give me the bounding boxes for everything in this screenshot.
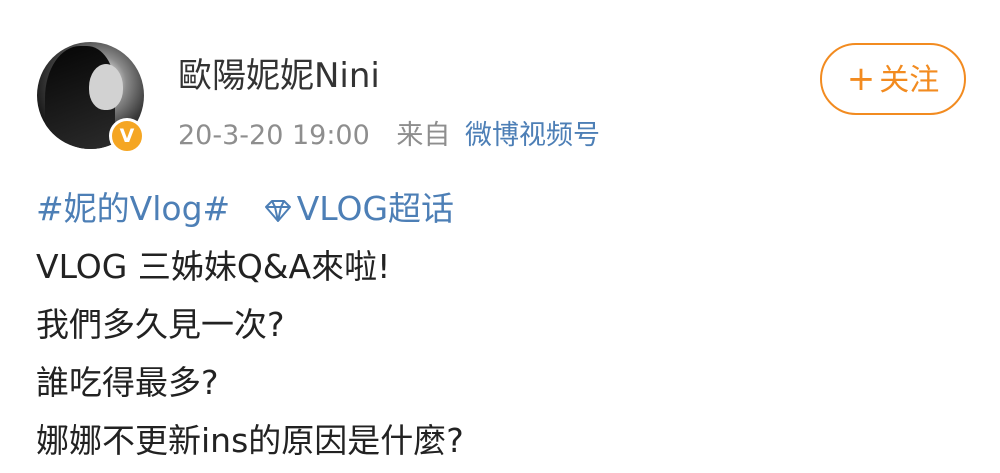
topic-line: #妮的Vlog# VLOG超话 (36, 180, 464, 238)
post-line-2: 我們多久見一次? (36, 305, 285, 344)
post-line-1: VLOG 三姊妹Q&A來啦! (36, 247, 391, 286)
verified-v-icon: V (109, 118, 145, 154)
post-line-3: 誰吃得最多? (36, 363, 219, 402)
hashtag-link[interactable]: #妮的Vlog# (36, 189, 230, 228)
username[interactable]: 歐陽妮妮Nini (178, 48, 380, 97)
follow-label: 关注 (879, 63, 940, 98)
plus-icon: + (846, 59, 876, 99)
source-link[interactable]: 微博视频号 (465, 120, 600, 151)
follow-button[interactable]: + 关注 (820, 43, 966, 115)
post-line-4: 娜娜不更新ins的原因是什麼? (36, 421, 464, 460)
post-content: #妮的Vlog# VLOG超话 VLOG 三姊妹Q&A來啦! 我們多久見一次? … (36, 180, 464, 470)
supertopic-link[interactable]: VLOG超话 (263, 189, 454, 228)
avatar-face (89, 64, 123, 110)
diamond-icon (264, 199, 291, 222)
from-label: 来自 (396, 120, 451, 151)
post-time: 20-3-20 19:00 (178, 120, 370, 151)
supertopic-label: VLOG超话 (296, 189, 455, 228)
post-meta: 20-3-20 19:00 来自 微博视频号 (178, 113, 600, 152)
